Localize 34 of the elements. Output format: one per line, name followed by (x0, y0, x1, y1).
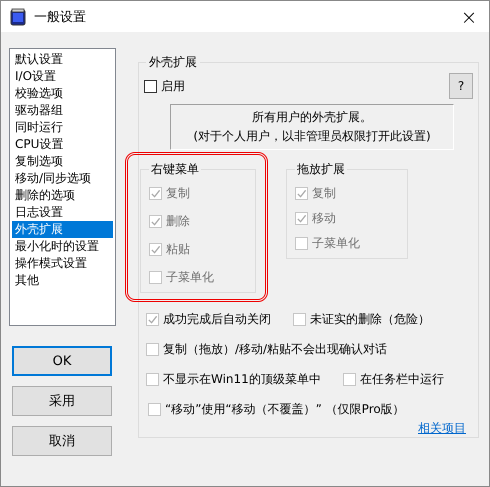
window-title: 一般设置 (34, 8, 87, 26)
app-icon (10, 8, 26, 26)
sidebar-item[interactable]: 移动/同步选项 (12, 170, 113, 187)
sidebar-item[interactable]: 外壳扩展 (12, 221, 113, 238)
info-text: 所有用户的外壳扩展。 (251, 109, 373, 126)
dialog-button[interactable]: 取消 (12, 426, 112, 456)
check-icon (150, 244, 161, 254)
sidebar-item[interactable]: CPU设置 (12, 136, 113, 153)
help-button[interactable]: ? (449, 73, 473, 99)
check-icon (150, 216, 161, 226)
info-text: (对于个人用户，以非管理员权限打开此设置) (192, 128, 432, 145)
checkbox-option[interactable]: 启用 (144, 77, 185, 95)
close-button[interactable]: × (449, 4, 489, 28)
sidebar-item[interactable]: 驱动器组 (12, 102, 113, 119)
check-icon (147, 314, 158, 324)
sidebar-item[interactable]: 删除的选项 (12, 187, 113, 204)
sidebar-item[interactable]: 操作模式设置 (12, 255, 113, 272)
group-title: 右键菜单 (150, 161, 200, 178)
group-title: 拖放扩展 (296, 161, 346, 178)
sidebar-item[interactable]: 默认设置 (12, 51, 113, 68)
check-icon (296, 212, 307, 224)
sidebar-item[interactable]: 其他 (12, 272, 113, 289)
sidebar-item[interactable]: 最小化时的设置 (12, 238, 113, 255)
sidebar-item[interactable]: I/O设置 (12, 68, 113, 85)
related-items-link[interactable]: 相关项目 (418, 420, 466, 437)
check-icon (150, 188, 161, 198)
sidebar-item[interactable]: 校验选项 (12, 85, 113, 102)
sidebar-item[interactable]: 日志设置 (12, 204, 113, 221)
sidebar-item[interactable]: 同时运行 (12, 119, 113, 136)
group-title: 外壳扩展 (148, 54, 198, 71)
sidebar-item[interactable]: 复制选项 (12, 153, 113, 170)
dialog-button[interactable]: 采用 (12, 386, 112, 416)
check-icon (296, 188, 307, 198)
dialog-button[interactable]: OK (12, 346, 112, 376)
